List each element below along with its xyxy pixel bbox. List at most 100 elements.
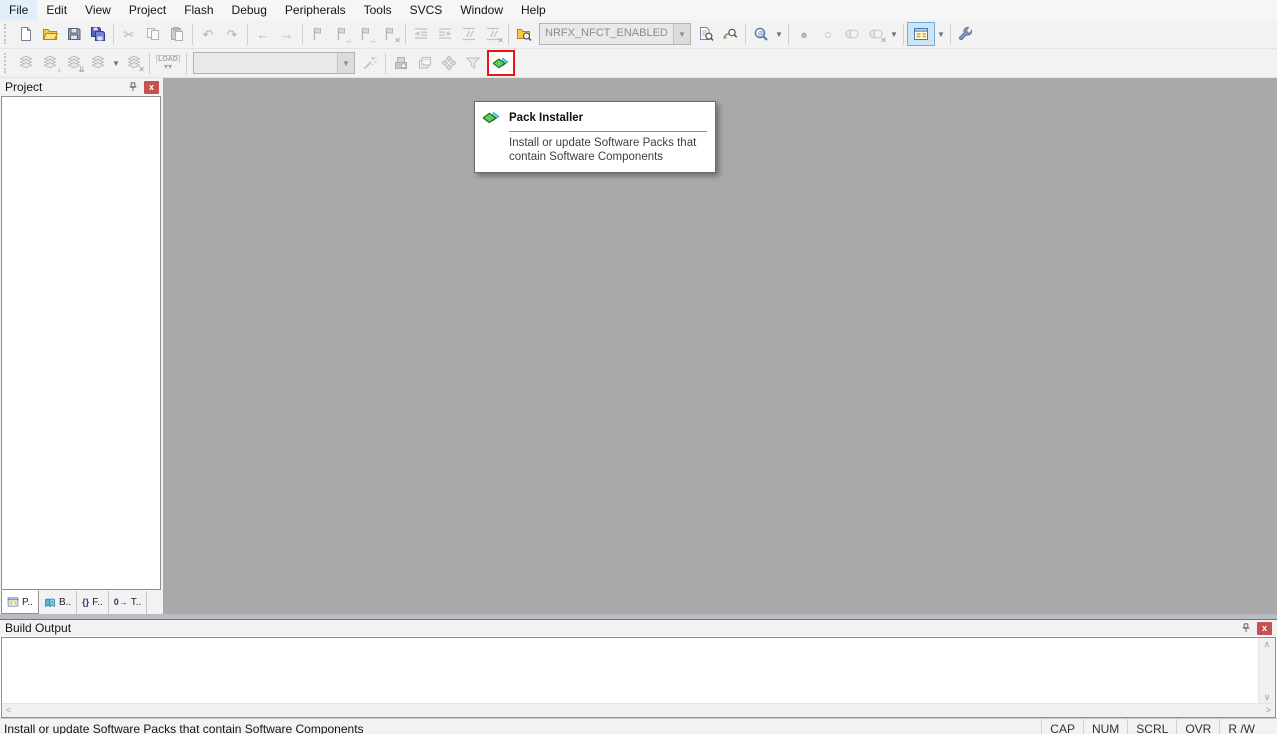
chevron-down-icon[interactable]: ▼: [773, 23, 785, 45]
stop-build-button[interactable]: ✕: [122, 52, 146, 74]
scroll-down-icon[interactable]: ∨: [1264, 693, 1271, 702]
close-icon[interactable]: x: [144, 81, 159, 94]
enable-breakpoint-button[interactable]: ○: [816, 23, 840, 45]
find-in-files-button[interactable]: [694, 23, 718, 45]
tab-templates[interactable]: 0→T..: [109, 591, 148, 614]
target-combobox[interactable]: ▼: [193, 52, 355, 74]
menu-file[interactable]: File: [0, 0, 37, 20]
menu-bar: FileEditViewProjectFlashDebugPeripherals…: [0, 0, 1277, 20]
chevron-down-icon[interactable]: ▼: [337, 53, 354, 73]
tab-books[interactable]: B..: [39, 591, 77, 614]
toolbar-grip[interactable]: [4, 24, 10, 44]
incremental-find-button[interactable]: [718, 23, 742, 45]
new-file-button[interactable]: [14, 23, 38, 45]
configure-button[interactable]: [954, 23, 978, 45]
pin-icon[interactable]: [125, 80, 140, 94]
scroll-up-icon[interactable]: ∧: [1264, 640, 1271, 649]
toolbar-separator: [788, 24, 789, 45]
menu-tools[interactable]: Tools: [355, 0, 401, 20]
batch-build-button[interactable]: [86, 52, 110, 74]
cut-button[interactable]: ✂: [117, 23, 141, 45]
menu-flash[interactable]: Flash: [175, 0, 222, 20]
pack-installer-button[interactable]: [489, 52, 513, 74]
comment-button[interactable]: [457, 23, 481, 45]
toolbar-grip[interactable]: [4, 53, 10, 73]
select-software-packs-button[interactable]: [461, 52, 485, 74]
rebuild-button[interactable]: ⇊: [62, 52, 86, 74]
build-button[interactable]: ↓: [38, 52, 62, 74]
menu-svcs[interactable]: SVCS: [401, 0, 452, 20]
translate-button[interactable]: [14, 52, 38, 74]
manage-rte-button[interactable]: [437, 52, 461, 74]
download-button[interactable]: LOAD▾▾: [153, 52, 183, 74]
search-combobox[interactable]: NRFX_NFCT_ENABLED▼: [539, 23, 691, 45]
overlay-glyph: →: [369, 37, 377, 45]
toolbar-separator: [745, 24, 746, 45]
status-indicator-ovr: OVR: [1176, 719, 1219, 734]
indent-right-button[interactable]: [409, 23, 433, 45]
clear-bookmarks-button[interactable]: ✕: [378, 23, 402, 45]
menu-window[interactable]: Window: [451, 0, 512, 20]
tab-functions[interactable]: {}F..: [77, 591, 109, 614]
navigate-back-button[interactable]: ←: [251, 23, 275, 45]
save-button[interactable]: [62, 23, 86, 45]
chevron-down-icon[interactable]: ▼: [110, 52, 122, 74]
enable-breakpoint-icon: ○: [824, 28, 832, 41]
lookup-button[interactable]: [749, 23, 773, 45]
menu-edit[interactable]: Edit: [37, 0, 76, 20]
chevron-down-icon[interactable]: ▼: [888, 23, 900, 45]
combobox-value: [194, 53, 337, 73]
save-all-button[interactable]: [86, 23, 110, 45]
tab-templates-icon: 0→: [114, 598, 128, 607]
disable-all-breakpoints-button[interactable]: [840, 23, 864, 45]
indent-left-button[interactable]: [433, 23, 457, 45]
uvision-window: FileEditViewProjectFlashDebugPeripherals…: [0, 0, 1277, 734]
project-tree[interactable]: [1, 96, 161, 590]
status-indicator-rw: R /W: [1219, 719, 1263, 734]
undo-button[interactable]: ↶: [196, 23, 220, 45]
toolbar-separator: [192, 24, 193, 45]
tab-functions-icon: {}: [82, 598, 89, 607]
toolbar-separator: [508, 24, 509, 45]
workspace: [163, 78, 1277, 614]
tab-project[interactable]: P..: [1, 590, 39, 614]
menu-view[interactable]: View: [76, 0, 120, 20]
menu-debug[interactable]: Debug: [223, 0, 276, 20]
menu-peripherals[interactable]: Peripherals: [276, 0, 355, 20]
combobox-value: NRFX_NFCT_ENABLED: [540, 24, 673, 44]
tab-functions-label: F..: [92, 597, 103, 608]
redo-button[interactable]: ↷: [220, 23, 244, 45]
navigate-forward-button[interactable]: →: [275, 23, 299, 45]
multi-project-workspace-button[interactable]: [413, 52, 437, 74]
close-icon[interactable]: x: [1257, 622, 1272, 635]
horizontal-scrollbar[interactable]: < >: [2, 703, 1275, 717]
previous-bookmark-button[interactable]: ←: [330, 23, 354, 45]
chevron-down-icon[interactable]: ▼: [935, 23, 947, 45]
status-indicator-num: NUM: [1083, 719, 1127, 734]
manage-project-items-button[interactable]: [389, 52, 413, 74]
download-arrows-icon: ▾▾: [164, 63, 172, 71]
scroll-left-icon[interactable]: <: [6, 706, 11, 715]
window-layout-button[interactable]: [907, 22, 935, 46]
toolbar-separator: [385, 53, 386, 74]
find-in-files-dialog-button[interactable]: [512, 23, 536, 45]
next-bookmark-button[interactable]: →: [354, 23, 378, 45]
copy-button[interactable]: [141, 23, 165, 45]
menu-help[interactable]: Help: [512, 0, 555, 20]
paste-button[interactable]: [165, 23, 189, 45]
toggle-bookmark-button[interactable]: [306, 23, 330, 45]
chevron-down-icon[interactable]: ▼: [673, 24, 690, 44]
build-output-content[interactable]: ∧ ∨ < >: [1, 637, 1276, 718]
open-file-button[interactable]: [38, 23, 62, 45]
insert-breakpoint-button[interactable]: ●: [792, 23, 816, 45]
kill-all-breakpoints-button[interactable]: ✕: [864, 23, 888, 45]
menu-project[interactable]: Project: [120, 0, 175, 20]
scroll-right-icon[interactable]: >: [1266, 706, 1271, 715]
vertical-scrollbar[interactable]: ∧ ∨: [1258, 638, 1275, 704]
tab-templates-label: T..: [131, 597, 142, 608]
pin-icon[interactable]: [1238, 621, 1253, 635]
redo-icon: ↷: [227, 28, 238, 41]
target-options-button[interactable]: [358, 52, 382, 74]
toolbar-separator: [247, 24, 248, 45]
uncomment-button[interactable]: ✕: [481, 23, 505, 45]
